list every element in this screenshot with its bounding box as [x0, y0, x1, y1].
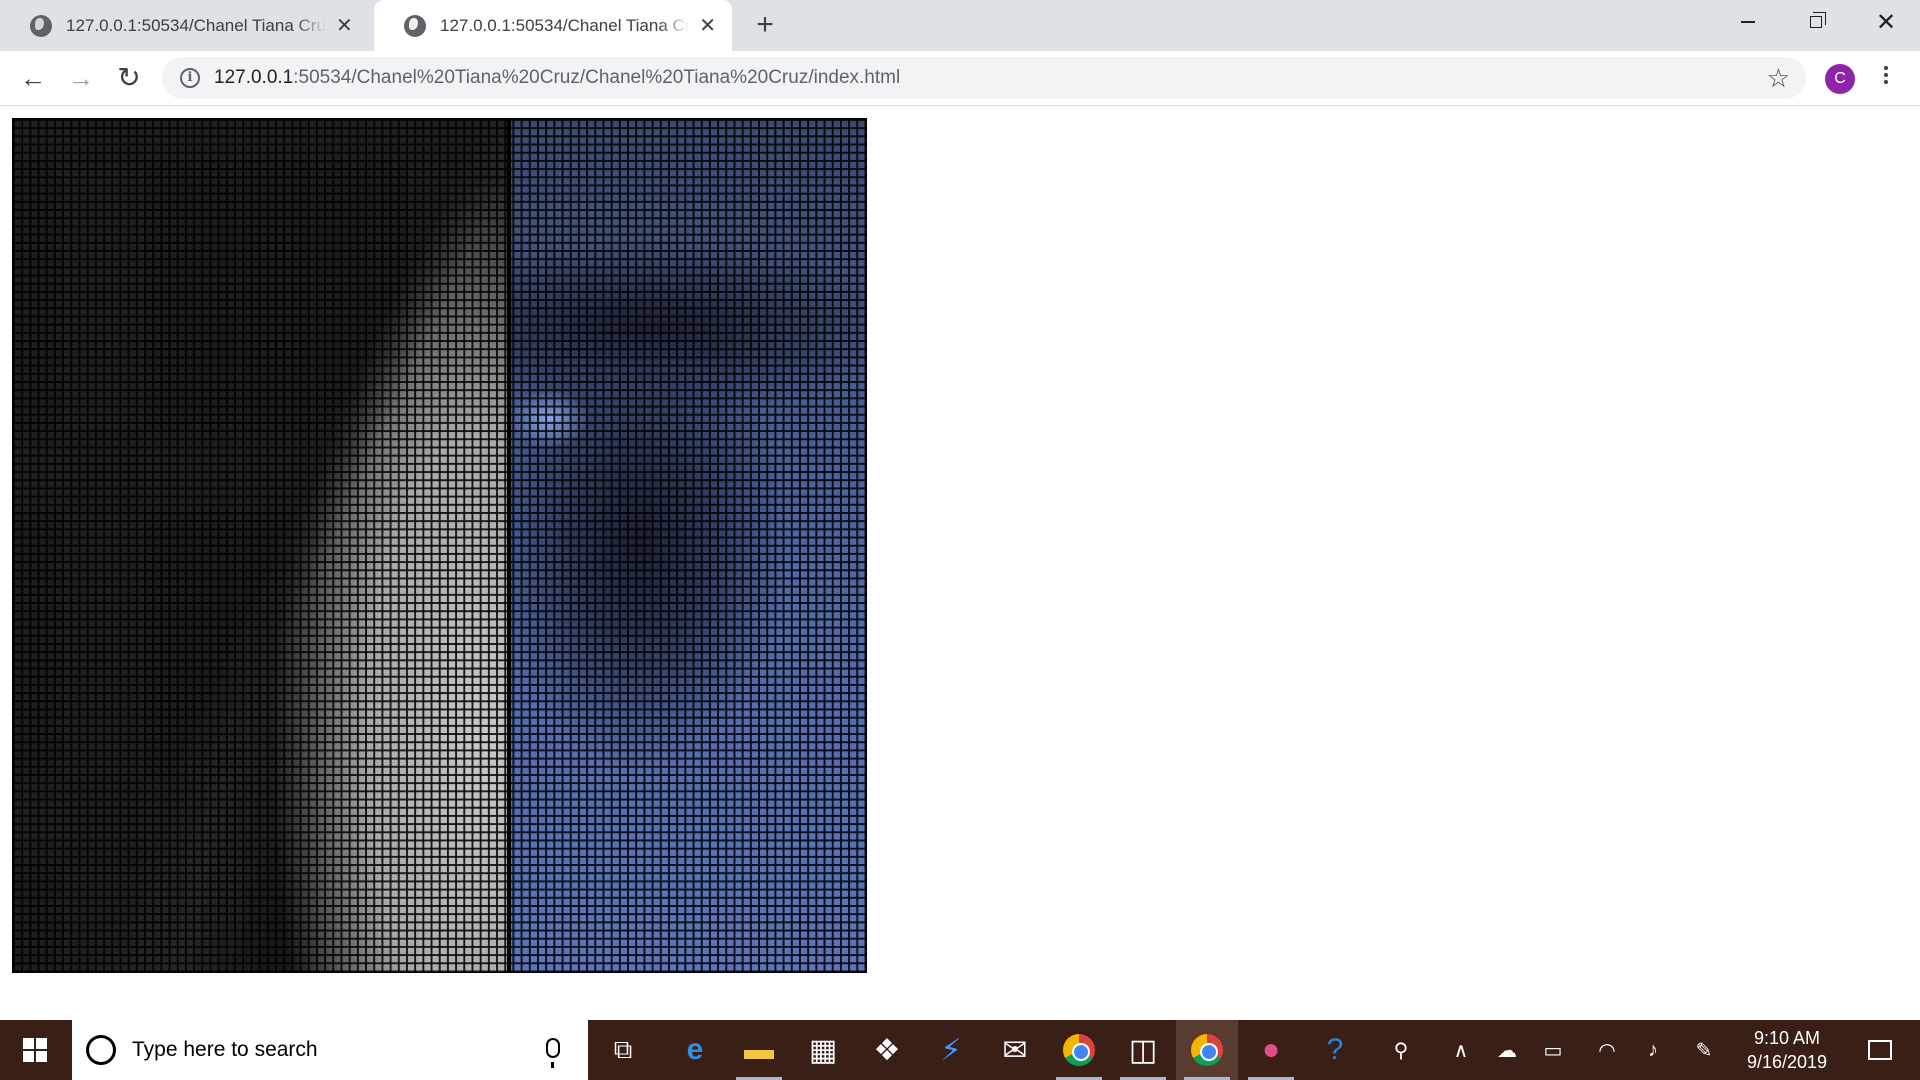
chrome-logo: [1063, 1034, 1095, 1066]
chrome-icon[interactable]: [1176, 1020, 1238, 1080]
tab-close-icon[interactable]: ✕: [699, 16, 716, 36]
restore-icon: [1810, 12, 1826, 28]
taskbar: Type here to search ⧉ e ▬ ▦ ❖ ⚡ ✉ ◫ ● ? …: [0, 1020, 1920, 1080]
clock-time: 9:10 AM: [1753, 1028, 1821, 1048]
start-button[interactable]: [0, 1020, 70, 1080]
clock-date: 9/16/2019: [1746, 1052, 1828, 1072]
battery-icon[interactable]: ▭: [1530, 1020, 1576, 1080]
url-path: :50534/Chanel%20Tiana%20Cruz/Chanel%20Ti…: [293, 67, 901, 88]
globe-icon: [30, 14, 52, 37]
pixel-canvas: [12, 118, 867, 973]
file-explorer-icon[interactable]: ▬: [728, 1020, 790, 1080]
chrome-icon[interactable]: [1048, 1020, 1110, 1080]
volume-icon[interactable]: ♪: [1630, 1020, 1676, 1080]
maps-icon[interactable]: ●: [1240, 1020, 1302, 1080]
url-host: 127.0.0.1: [214, 67, 294, 88]
page-content: [0, 107, 1920, 1020]
app-icon[interactable]: ◫: [1112, 1020, 1174, 1080]
restore-button[interactable]: [1782, 0, 1850, 44]
help-icon[interactable]: ?: [1304, 1020, 1366, 1080]
onedrive-icon[interactable]: ☁: [1484, 1020, 1530, 1080]
microphone-icon[interactable]: [546, 1038, 560, 1068]
pixel-grid: [13, 119, 866, 972]
minimize-icon: [1741, 21, 1755, 23]
tab-2[interactable]: 127.0.0.1:50534/Chanel Tiana Cruz ✕: [374, 0, 732, 51]
store-icon[interactable]: ▦: [792, 1020, 854, 1080]
reload-button[interactable]: ↻: [112, 61, 146, 95]
action-center-button[interactable]: [1852, 1020, 1908, 1080]
browser-toolbar: ← → ↻ i 127.0.0.1:50534/Chanel%20Tiana%2…: [0, 51, 1920, 106]
close-window-button[interactable]: ✕: [1852, 0, 1920, 44]
tab-title: 127.0.0.1:50534/Chanel Tiana Cruz: [440, 15, 690, 35]
mail-icon[interactable]: ✉: [984, 1020, 1046, 1080]
back-button[interactable]: ←: [16, 61, 50, 95]
visual-studio-icon[interactable]: ⚡: [920, 1020, 982, 1080]
tab-1[interactable]: 127.0.0.1:50534/Chanel Tiana Cruz ✕: [0, 0, 370, 51]
show-hidden-icons[interactable]: ∧: [1438, 1020, 1484, 1080]
task-view-icon[interactable]: ⧉: [592, 1020, 654, 1080]
forward-button[interactable]: →: [64, 61, 98, 95]
cortana-icon: [86, 1035, 116, 1065]
tab-title: 127.0.0.1:50534/Chanel Tiana Cruz: [66, 15, 326, 35]
menu-icon[interactable]: [1876, 63, 1896, 93]
search-box[interactable]: Type here to search: [72, 1020, 588, 1080]
profile-avatar[interactable]: C: [1825, 64, 1855, 94]
tab-strip: 127.0.0.1:50534/Chanel Tiana Cruz ✕ 127.…: [0, 0, 1920, 51]
minimize-button[interactable]: [1714, 0, 1782, 44]
info-icon[interactable]: i: [180, 68, 200, 88]
wifi-icon[interactable]: ◠: [1584, 1020, 1630, 1080]
bookmark-star-icon[interactable]: ☆: [1767, 63, 1790, 94]
chrome-logo: [1191, 1034, 1223, 1066]
pen-icon[interactable]: ✎: [1684, 1020, 1724, 1080]
people-icon[interactable]: ⚲: [1378, 1020, 1424, 1080]
windows-icon: [23, 1038, 47, 1062]
edge-icon[interactable]: e: [664, 1020, 726, 1080]
dropbox-icon[interactable]: ❖: [856, 1020, 918, 1080]
close-icon: ✕: [1875, 8, 1897, 36]
tab-close-icon[interactable]: ✕: [336, 16, 353, 36]
new-tab-button[interactable]: +: [748, 8, 782, 42]
search-placeholder: Type here to search: [132, 1038, 318, 1061]
globe-icon: [404, 14, 426, 37]
address-bar[interactable]: i 127.0.0.1:50534/Chanel%20Tiana%20Cruz/…: [162, 57, 1806, 99]
notification-icon: [1868, 1040, 1892, 1060]
url-text[interactable]: 127.0.0.1:50534/Chanel%20Tiana%20Cruz/Ch…: [214, 67, 900, 89]
taskbar-clock[interactable]: 9:10 AM 9/16/2019: [1722, 1026, 1852, 1074]
